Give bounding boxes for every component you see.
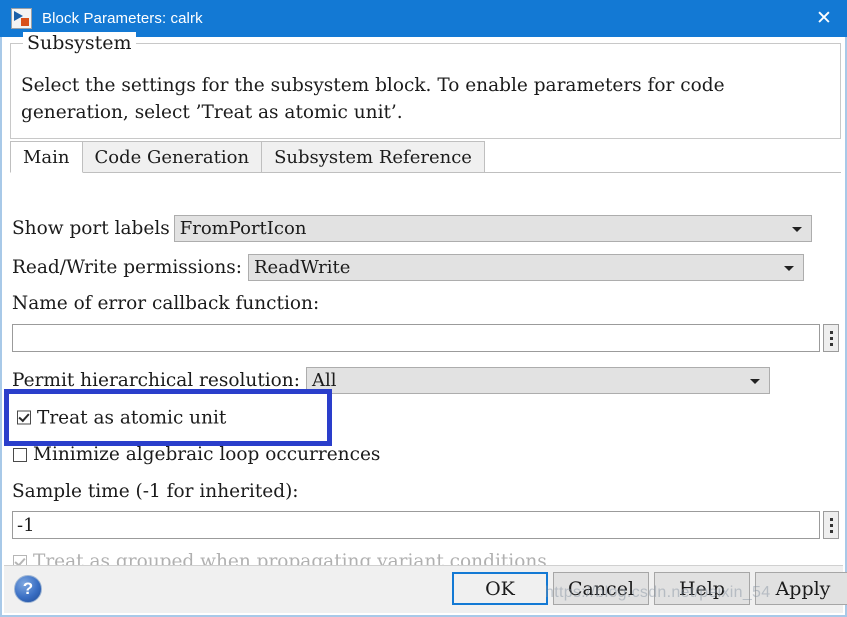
- window-title: Block Parameters: calrk: [42, 10, 203, 27]
- show-port-labels-value: FromPortIcon: [179, 218, 307, 239]
- ok-button[interactable]: OK: [452, 572, 548, 605]
- row-sample-time-label: Sample time (-1 for inherited):: [12, 481, 299, 502]
- dot-glyph: [829, 529, 833, 533]
- row-read-write-permissions: Read/Write permissions: ReadWrite: [12, 254, 840, 281]
- permit-hierarchical-resolution-value: All: [311, 370, 337, 391]
- dialog-footer: ? OK Cancel Help Apply: [4, 565, 847, 613]
- dot-glyph: [829, 330, 833, 334]
- permit-hierarchical-resolution-label: Permit hierarchical resolution:: [12, 370, 300, 391]
- error-callback-input[interactable]: [12, 324, 820, 352]
- minimize-algebraic-loop-label: Minimize algebraic loop occurrences: [33, 444, 381, 465]
- dot-glyph: [829, 517, 833, 521]
- row-error-callback-input: [12, 324, 839, 352]
- help-button[interactable]: Help: [654, 572, 750, 605]
- description-group: Subsystem Select the settings for the su…: [10, 32, 841, 139]
- show-port-labels-select[interactable]: FromPortIcon: [173, 215, 812, 242]
- help-circle-icon[interactable]: ?: [14, 575, 42, 603]
- dot-glyph: [829, 336, 833, 340]
- permit-hierarchical-resolution-select[interactable]: All: [305, 367, 770, 394]
- row-sample-time-input: -1: [12, 511, 839, 539]
- tab-main[interactable]: Main: [10, 141, 83, 173]
- read-write-permissions-select[interactable]: ReadWrite: [247, 254, 804, 281]
- chevron-down-icon: [783, 265, 794, 271]
- simulink-block-icon: [11, 8, 32, 29]
- error-callback-label: Name of error callback function:: [12, 293, 320, 314]
- error-callback-browse-button[interactable]: [823, 324, 839, 352]
- tab-strip: Main Code Generation Subsystem Reference: [10, 141, 841, 173]
- tab-subsystem-reference[interactable]: Subsystem Reference: [261, 141, 485, 172]
- annotated-treat-as-atomic-unit-label: Treat as atomic unit: [37, 407, 227, 428]
- dialog-body: Subsystem Select the settings for the su…: [0, 32, 847, 617]
- row-show-port-labels: Show port labels FromPortIcon: [12, 215, 840, 242]
- annotated-treat-as-atomic-unit-checkbox[interactable]: [17, 410, 31, 425]
- block-parameters-dialog: Block Parameters: calrk ✕ Subsystem Sele…: [0, 0, 847, 617]
- show-port-labels-label: Show port labels: [12, 218, 170, 239]
- read-write-permissions-label: Read/Write permissions:: [12, 257, 242, 278]
- minimize-algebraic-loop-checkbox[interactable]: [13, 447, 27, 462]
- close-icon[interactable]: ✕: [801, 0, 847, 37]
- sample-time-browse-button[interactable]: [823, 511, 839, 539]
- chevron-down-icon: [791, 226, 802, 232]
- dot-glyph: [829, 523, 833, 527]
- description-group-title: Subsystem: [23, 32, 136, 54]
- description-text: Select the settings for the subsystem bl…: [21, 75, 725, 123]
- row-minimize-algebraic-loop: Minimize algebraic loop occurrences: [13, 444, 380, 465]
- form-area: Show port labels FromPortIcon Read/Write…: [2, 173, 845, 573]
- read-write-permissions-value: ReadWrite: [253, 257, 351, 278]
- sample-time-value: -1: [17, 514, 35, 536]
- chevron-down-icon: [749, 378, 760, 384]
- dot-glyph: [829, 342, 833, 346]
- row-error-callback-label: Name of error callback function:: [12, 293, 319, 314]
- sample-time-input[interactable]: -1: [12, 511, 820, 539]
- square-glyph: [21, 18, 29, 26]
- sample-time-label: Sample time (-1 for inherited):: [12, 481, 299, 502]
- cancel-button[interactable]: Cancel: [553, 572, 649, 605]
- tab-code-generation[interactable]: Code Generation: [81, 141, 263, 172]
- annotation-content: Treat as atomic unit: [17, 407, 226, 428]
- annotation-highlight-rectangle: Treat as atomic unit: [4, 389, 332, 446]
- apply-button[interactable]: Apply: [755, 572, 847, 605]
